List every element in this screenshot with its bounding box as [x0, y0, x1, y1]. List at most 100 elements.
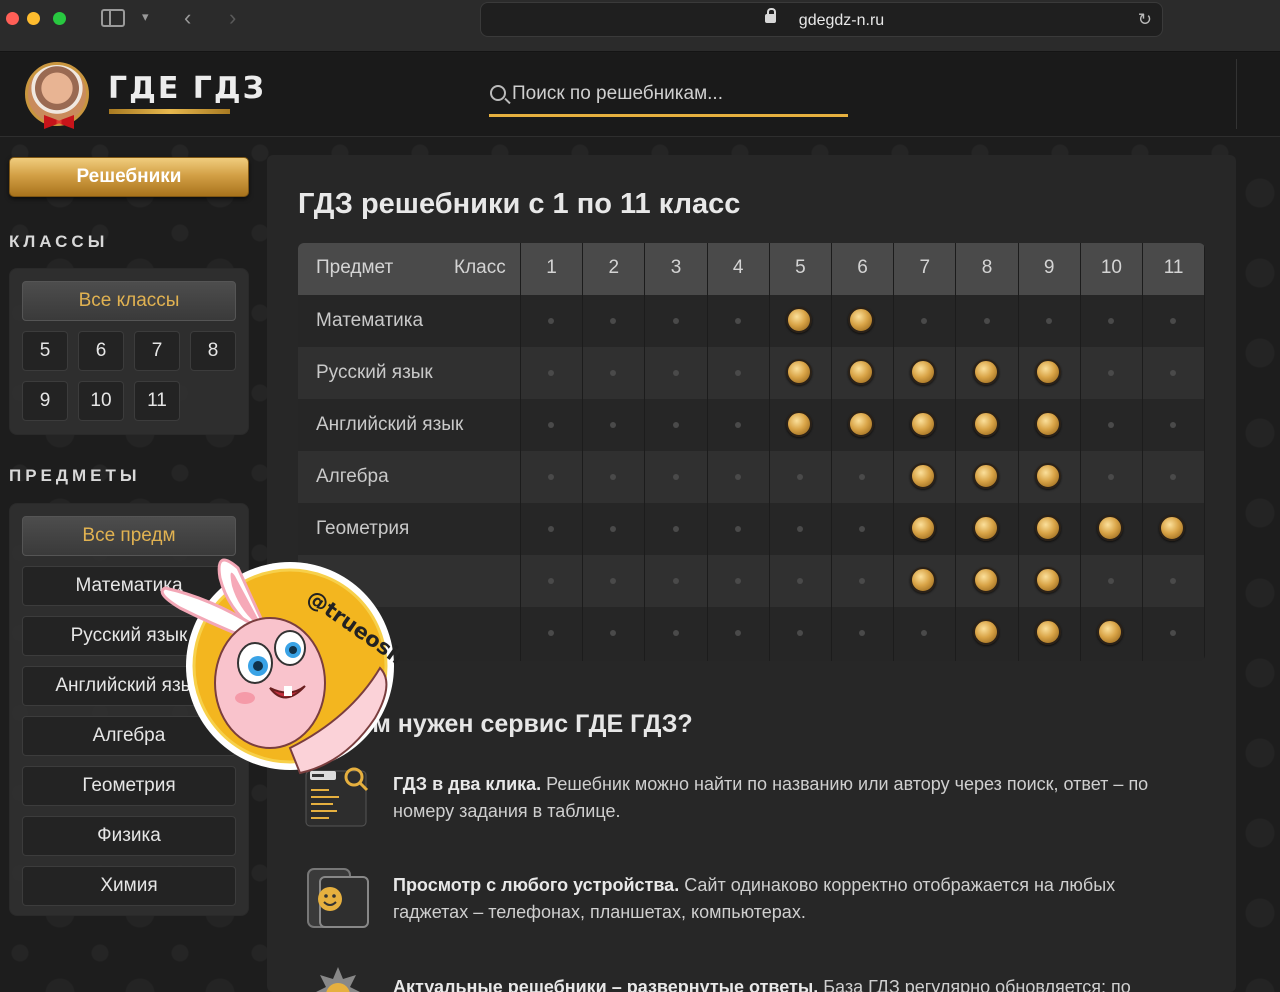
grade-header-label: 7 [919, 257, 931, 278]
column-divider [955, 243, 957, 661]
gdz-unavailable-dot [734, 526, 741, 532]
all-classes-button[interactable]: Все классы [22, 281, 236, 321]
gdz-available-coin[interactable] [1096, 515, 1123, 541]
grade-header-cell[interactable]: 5 [769, 243, 831, 295]
logo-underline [109, 109, 230, 114]
gdz-unavailable-dot [734, 318, 741, 324]
gdz-available-coin[interactable] [1159, 515, 1186, 541]
table-row [298, 607, 1205, 659]
gdz-available-coin[interactable] [972, 411, 999, 437]
gdz-unavailable-dot [1107, 474, 1114, 480]
reshebniki-button[interactable]: Решебники [9, 157, 249, 197]
subject-button-chemistry[interactable]: Химия [22, 866, 236, 906]
grade-header-cell[interactable]: 4 [707, 243, 769, 295]
row-subject-label[interactable]: Геометрия [316, 518, 409, 540]
gdz-available-coin[interactable] [1034, 619, 1061, 645]
gdz-available-coin[interactable] [972, 463, 999, 489]
gdz-unavailable-dot [672, 474, 679, 480]
classes-title: КЛАССЫ [9, 232, 109, 251]
grade-header-cell[interactable]: 1 [521, 243, 583, 295]
logo-avatar[interactable] [25, 62, 89, 126]
column-divider [520, 243, 521, 661]
gdz-available-coin[interactable] [1034, 567, 1061, 593]
back-icon[interactable]: ‹ [184, 7, 191, 29]
column-header-class: Класс [454, 257, 506, 278]
column-divider [1079, 243, 1081, 661]
row-subject-label[interactable]: Русский язык [316, 362, 433, 384]
column-divider [1142, 243, 1143, 661]
column-divider [1017, 243, 1019, 661]
logo-text[interactable]: ГДЕ ГДЗ [108, 71, 266, 106]
gdz-available-coin[interactable] [1034, 515, 1061, 541]
column-divider [893, 243, 895, 661]
column-divider [706, 243, 708, 661]
gdz-unavailable-dot [672, 318, 679, 324]
gdz-available-coin[interactable] [1034, 411, 1061, 437]
grade-header-cell[interactable]: 6 [832, 243, 894, 295]
gdz-unavailable-dot [1107, 370, 1114, 376]
gdz-unavailable-dot [796, 578, 803, 584]
forward-icon[interactable]: › [229, 7, 236, 29]
table-row [298, 347, 1205, 399]
address-bar[interactable]: gdegdz-n.ru ↻ [480, 2, 1163, 37]
grade-header-cell[interactable]: 7 [894, 243, 956, 295]
gdz-available-coin[interactable] [848, 359, 875, 385]
gdz-available-coin[interactable] [848, 307, 875, 333]
row-subject-label[interactable]: Английский язык [316, 414, 463, 436]
gdz-available-coin[interactable] [1034, 359, 1061, 385]
gdz-available-coin[interactable] [785, 411, 812, 437]
chevron-down-icon[interactable]: ▾ [142, 10, 149, 23]
search-input[interactable] [512, 79, 842, 109]
gdz-available-coin[interactable] [972, 567, 999, 593]
class-button-8[interactable]: 8 [190, 331, 236, 371]
minimize-window-icon[interactable] [27, 12, 40, 25]
gdz-unavailable-dot [672, 630, 679, 636]
star-badge-icon [310, 965, 366, 992]
reload-icon[interactable]: ↻ [1138, 10, 1152, 30]
sidebar-toggle-icon[interactable] [101, 9, 125, 27]
table-row [298, 451, 1205, 503]
column-divider [1204, 243, 1205, 661]
gdz-available-coin[interactable] [785, 307, 812, 333]
gdz-available-coin[interactable] [848, 411, 875, 437]
subjects-grade-table: Предмет Класс 1 2 3 4 5 6 7 8 9 10 11 Математика Рус… [298, 243, 1205, 661]
class-button-10[interactable]: 10 [78, 381, 124, 421]
class-button-6[interactable]: 6 [78, 331, 124, 371]
subject-button-physics[interactable]: Физика [22, 816, 236, 856]
header-divider [1236, 59, 1237, 129]
gdz-unavailable-dot [1107, 578, 1114, 584]
grade-header-cell[interactable]: 10 [1080, 243, 1142, 295]
row-subject-label[interactable]: Математика [316, 310, 423, 332]
close-window-icon[interactable] [6, 12, 19, 25]
grade-header-cell[interactable]: 2 [583, 243, 645, 295]
feature-title: Просмотр с любого устройства. [393, 875, 680, 895]
gdz-unavailable-dot [796, 526, 803, 532]
grade-header-cell[interactable]: 9 [1018, 243, 1080, 295]
grade-header-label: 9 [1043, 257, 1055, 278]
search-underline [489, 114, 848, 117]
grade-header-label: 11 [1163, 257, 1184, 278]
class-button-9[interactable]: 9 [22, 381, 68, 421]
grade-header-cell[interactable]: 3 [645, 243, 707, 295]
row-subject-label[interactable]: Алгебра [316, 466, 389, 488]
gdz-available-coin[interactable] [972, 359, 999, 385]
url-text: gdegdz-n.ru [798, 12, 885, 29]
main-card: ГДЗ решебники с 1 по 11 класс Предмет Кл… [267, 155, 1236, 992]
maximize-window-icon[interactable] [53, 12, 66, 25]
gdz-available-coin[interactable] [1096, 619, 1123, 645]
gdz-available-coin[interactable] [972, 619, 999, 645]
class-button-11[interactable]: 11 [134, 381, 180, 421]
class-button-7[interactable]: 7 [134, 331, 180, 371]
gdz-unavailable-dot [734, 370, 741, 376]
column-divider [831, 243, 832, 661]
gdz-unavailable-dot [734, 578, 741, 584]
grade-header-label: 1 [546, 257, 557, 278]
class-button-5[interactable]: 5 [22, 331, 68, 371]
grade-header-cell[interactable]: 8 [956, 243, 1018, 295]
grade-header-label: 5 [795, 257, 806, 278]
grade-header-cell[interactable]: 11 [1143, 243, 1205, 295]
gdz-available-coin[interactable] [1034, 463, 1061, 489]
gdz-unavailable-dot [983, 318, 990, 324]
gdz-available-coin[interactable] [785, 359, 812, 385]
gdz-available-coin[interactable] [972, 515, 999, 541]
